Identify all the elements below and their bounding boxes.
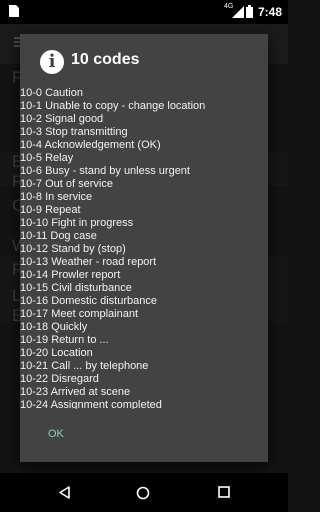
code-item: 10-3 Stop transmitting [20,126,128,138]
code-item: 10-16 Domestic disturbance [20,295,157,307]
codes-dialog: i 10 codes 10-0 Caution 10-1 Unable to c… [20,34,268,462]
code-item: 10-20 Location [20,347,93,359]
codes-list[interactable]: 10-0 Caution 10-1 Unable to copy - chang… [20,87,268,409]
code-item: 10-2 Signal good [20,113,104,125]
code-item: 10-14 Prowler report [20,269,121,281]
code-item: 10-21 Call ... by telephone [20,360,149,372]
home-icon[interactable] [136,486,150,500]
code-item: 10-10 Fight in progress [20,217,134,229]
info-icon: i [40,50,64,74]
navigation-bar [0,473,288,512]
code-item: 10-22 Disregard [20,373,99,385]
recents-icon[interactable] [218,486,230,498]
code-item: 10-5 Relay [20,152,74,164]
code-item: 10-12 Stand by (stop) [20,243,126,255]
code-item: 10-17 Meet complainant [20,308,139,320]
code-item: 10-8 In service [20,191,93,203]
code-item: 10-4 Acknowledgement (OK) [20,139,161,151]
code-item: 10-9 Repeat [20,204,81,216]
signal-icon [232,6,244,18]
code-item: 10-24 Assignment completed [20,399,162,409]
battery-icon [246,5,253,18]
code-item: 10-7 Out of service [20,178,113,190]
sim-card-icon [9,5,19,17]
dialog-title: 10 codes [71,51,140,68]
code-item: 10-18 Quickly [20,321,88,333]
code-item: 10-1 Unable to copy - change location [20,100,206,112]
back-icon[interactable] [58,486,71,499]
ok-button[interactable]: OK [48,428,64,440]
code-item: 10-19 Return to ... [20,334,109,346]
code-item: 10-11 Dog case [20,230,97,242]
code-item: 10-0 Caution [20,87,83,99]
code-item: 10-13 Weather - road report [20,256,157,268]
code-item: 10-6 Busy - stand by unless urgent [20,165,190,177]
status-time: 7:48 [258,5,283,19]
status-bar: 4G 7:48 [0,0,288,24]
code-item: 10-23 Arrived at scene [20,386,131,398]
code-item: 10-15 Civil disturbance [20,282,132,294]
